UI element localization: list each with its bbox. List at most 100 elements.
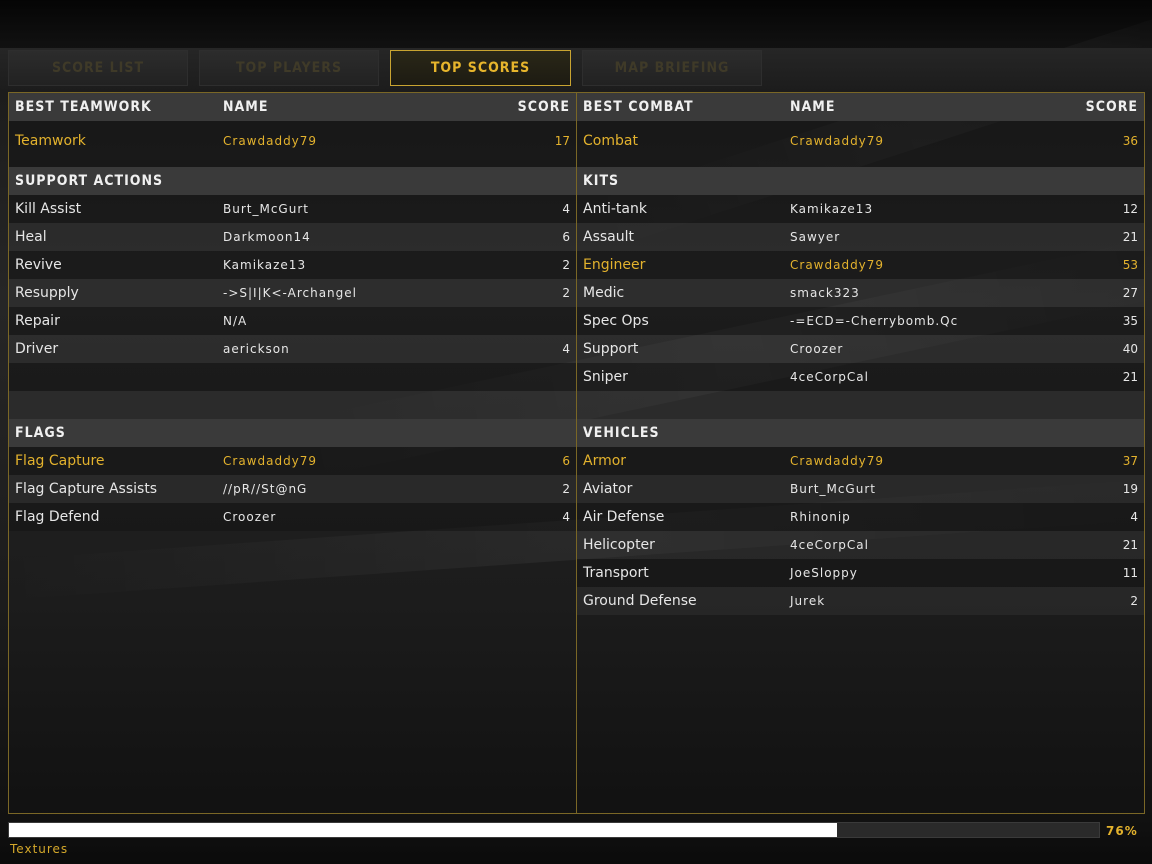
table-row: Sniper 4ceCorpCal 21 <box>577 363 1144 391</box>
award-category: Ground Defense <box>583 593 697 609</box>
award-score: 17 <box>554 134 570 148</box>
loading-progress-bar <box>8 822 1100 838</box>
award-category: Teamwork <box>15 133 86 149</box>
award-category: Medic <box>583 285 625 301</box>
table-row: Flag Capture Assists //pR//St@nG 2 <box>9 475 576 503</box>
table-row: Revive Kamikaze13 2 <box>9 251 576 279</box>
player-name: smack323 <box>790 286 860 300</box>
award-category: Flag Capture <box>15 453 105 469</box>
award-score: 27 <box>1122 286 1138 300</box>
award-category: Driver <box>15 341 59 357</box>
award-category: Sniper <box>583 369 628 385</box>
award-score: 4 <box>562 342 570 356</box>
table-row: Aviator Burt_McGurt 19 <box>577 475 1144 503</box>
empty-row <box>9 391 576 419</box>
award-category: Armor <box>583 453 627 469</box>
section-title: KITS <box>583 173 620 189</box>
table-row: Helicopter 4ceCorpCal 21 <box>577 531 1144 559</box>
table-row: Assault Sawyer 21 <box>577 223 1144 251</box>
best-combat-row: Combat Crawdaddy79 36 <box>577 121 1144 167</box>
support-actions-header: SUPPORT ACTIONS <box>9 167 576 195</box>
table-row: Air Defense Rhinonip 4 <box>577 503 1144 531</box>
player-name: Darkmoon14 <box>223 230 311 244</box>
player-name: -=ECD=-Cherrybomb.Qc <box>790 314 959 328</box>
award-score: 37 <box>1122 454 1138 468</box>
award-category: Spec Ops <box>583 313 649 329</box>
award-score: 36 <box>1122 134 1138 148</box>
award-score: 11 <box>1122 566 1138 580</box>
tab-bar: SCORE LIST TOP PLAYERS TOP SCORES MAP BR… <box>0 48 1152 92</box>
best-teamwork-row: Teamwork Crawdaddy79 17 <box>9 121 576 167</box>
kits-header: KITS <box>577 167 1144 195</box>
award-score: 4 <box>1130 510 1138 524</box>
award-category: Helicopter <box>583 537 655 553</box>
award-score: 19 <box>1122 482 1138 496</box>
player-name: Burt_McGurt <box>790 482 876 496</box>
player-name: Crawdaddy79 <box>223 454 318 468</box>
table-row: Armor Crawdaddy79 37 <box>577 447 1144 475</box>
player-name: aerickson <box>223 342 290 356</box>
player-name: Crawdaddy79 <box>790 134 885 148</box>
award-score: 40 <box>1122 342 1138 356</box>
player-name: Croozer <box>790 342 844 356</box>
section-title: FLAGS <box>15 425 66 441</box>
player-name: Rhinonip <box>790 510 851 524</box>
loading-label: Textures <box>10 842 69 856</box>
tab-map-briefing[interactable]: MAP BRIEFING <box>582 50 762 86</box>
combat-panel: BEST COMBAT NAME SCORE Combat Crawdaddy7… <box>577 93 1144 813</box>
tab-top-players[interactable]: TOP PLAYERS <box>199 50 379 86</box>
award-score: 21 <box>1122 370 1138 384</box>
table-row: Driver aerickson 4 <box>9 335 576 363</box>
table-row: Medic smack323 27 <box>577 279 1144 307</box>
player-name: 4ceCorpCal <box>790 370 869 384</box>
award-score: 2 <box>562 482 570 496</box>
player-name: 4ceCorpCal <box>790 538 869 552</box>
award-category: Revive <box>15 257 62 273</box>
table-row: Flag Defend Croozer 4 <box>9 503 576 531</box>
table-row: Engineer Crawdaddy79 53 <box>577 251 1144 279</box>
loading-progress-fill <box>9 823 838 837</box>
table-row: Spec Ops -=ECD=-Cherrybomb.Qc 35 <box>577 307 1144 335</box>
table-row: Ground Defense Jurek 2 <box>577 587 1144 615</box>
table-row: Transport JoeSloppy 11 <box>577 559 1144 587</box>
loading-screen: SCORE LIST TOP PLAYERS TOP SCORES MAP BR… <box>0 0 1152 864</box>
award-category: Anti-tank <box>583 201 647 217</box>
column-header-score: SCORE <box>1085 99 1138 115</box>
tab-score-list[interactable]: SCORE LIST <box>8 50 188 86</box>
player-name: //pR//St@nG <box>223 482 308 496</box>
scores-panels: BEST TEAMWORK NAME SCORE Teamwork Crawda… <box>8 92 1145 814</box>
award-category: Engineer <box>583 257 646 273</box>
teamwork-header-row: BEST TEAMWORK NAME SCORE <box>9 93 576 121</box>
section-title: VEHICLES <box>583 425 660 441</box>
column-header-score: SCORE <box>517 99 570 115</box>
table-row: Support Croozer 40 <box>577 335 1144 363</box>
column-header-category: BEST COMBAT <box>583 99 694 115</box>
tab-top-scores[interactable]: TOP SCORES <box>390 50 571 86</box>
award-score: 35 <box>1122 314 1138 328</box>
award-score: 2 <box>562 286 570 300</box>
column-header-name: NAME <box>223 99 269 115</box>
table-row: Resupply ->S|I|K<-Archangel 2 <box>9 279 576 307</box>
player-name: Kamikaze13 <box>790 202 874 216</box>
player-name: Sawyer <box>790 230 841 244</box>
teamwork-panel: BEST TEAMWORK NAME SCORE Teamwork Crawda… <box>9 93 577 813</box>
award-category: Transport <box>583 565 649 581</box>
player-name: Croozer <box>223 510 277 524</box>
award-score: 6 <box>562 454 570 468</box>
award-category: Kill Assist <box>15 201 82 217</box>
loading-percent: 76% <box>1106 824 1138 838</box>
player-name: N/A <box>223 314 248 328</box>
award-score: 2 <box>1130 594 1138 608</box>
player-name: Crawdaddy79 <box>790 258 885 272</box>
award-category: Flag Capture Assists <box>15 481 158 497</box>
award-category: Aviator <box>583 481 633 497</box>
table-row: Repair N/A <box>9 307 576 335</box>
player-name: Jurek <box>790 594 826 608</box>
empty-row <box>577 391 1144 419</box>
award-category: Assault <box>583 229 634 245</box>
vehicles-header: VEHICLES <box>577 419 1144 447</box>
award-score: 4 <box>562 202 570 216</box>
combat-header-row: BEST COMBAT NAME SCORE <box>577 93 1144 121</box>
award-score: 21 <box>1122 230 1138 244</box>
award-score: 2 <box>562 258 570 272</box>
